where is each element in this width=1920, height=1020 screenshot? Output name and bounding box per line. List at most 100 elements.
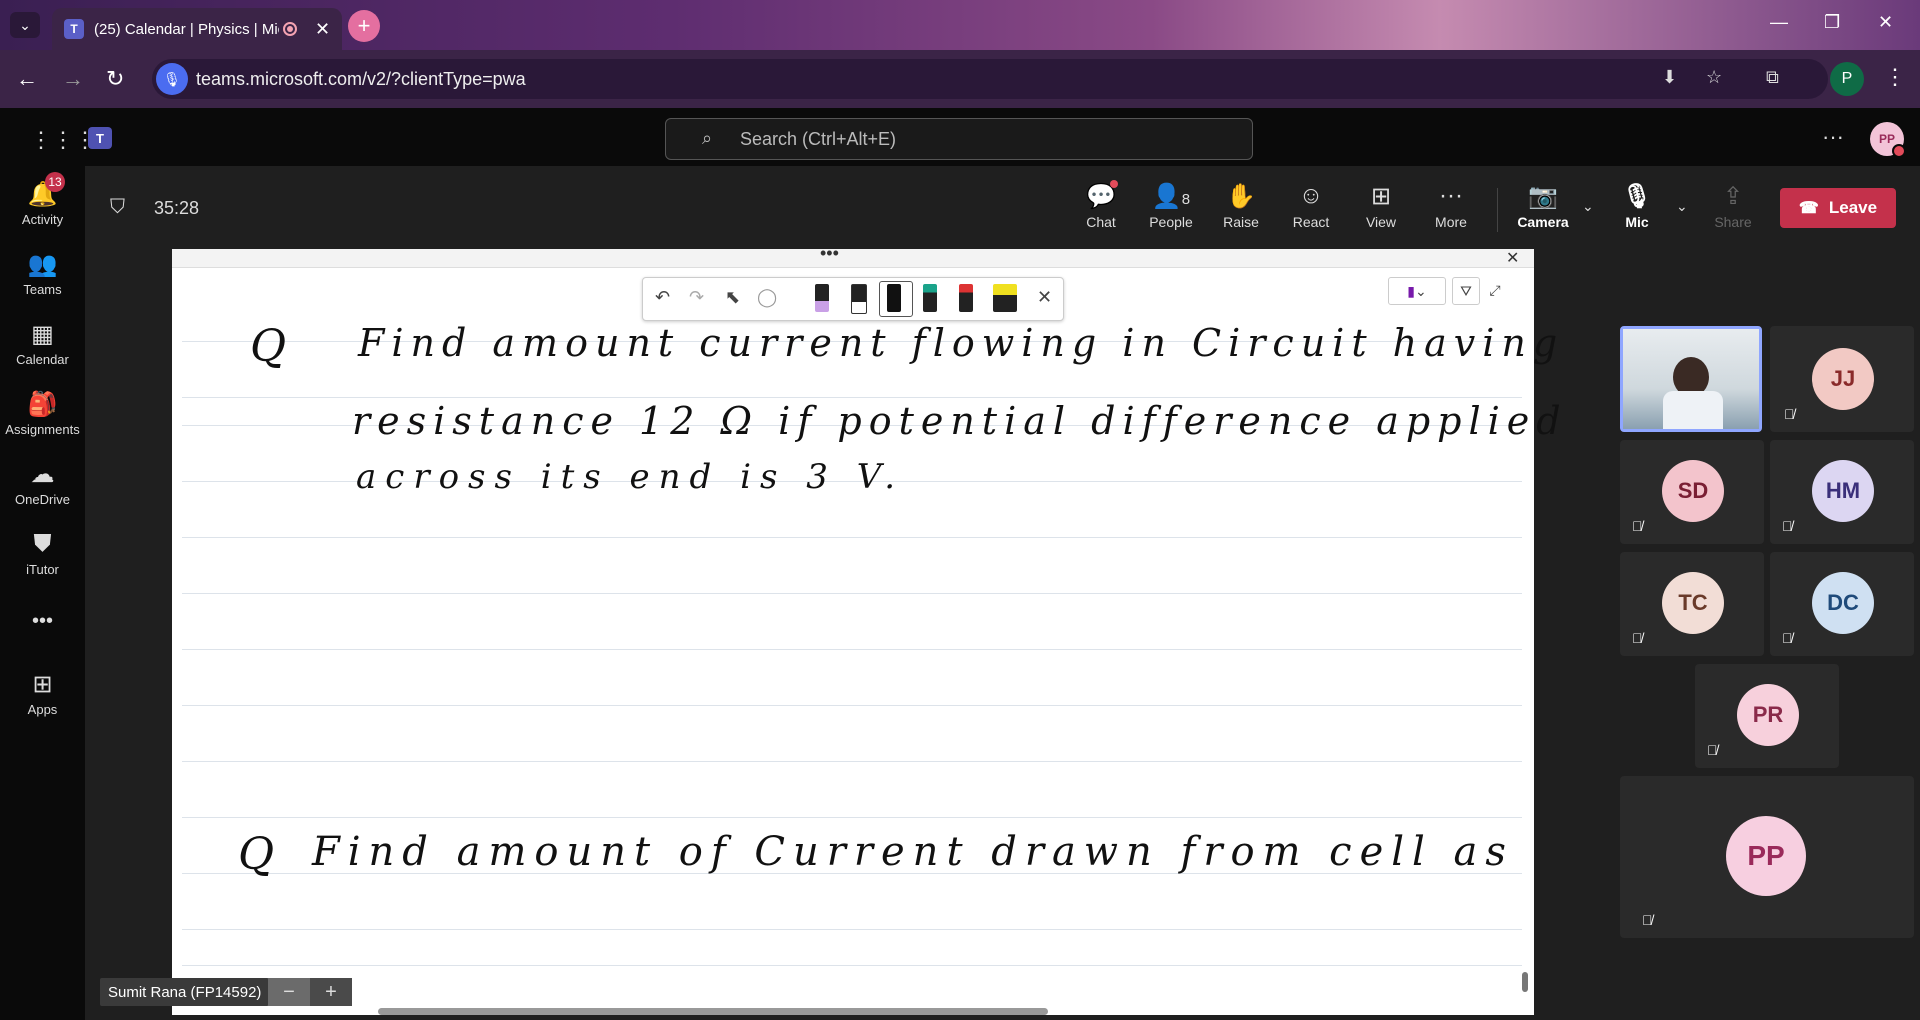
tab-search-button[interactable]: ⌄	[10, 12, 40, 38]
avatar: JJ	[1812, 348, 1874, 410]
chat-button[interactable]: 💬 Chat	[1070, 182, 1132, 230]
participant-tile-jj[interactable]: JJ 🎙̸	[1770, 326, 1914, 432]
search-input[interactable]: ⌕ Search (Ctrl+Alt+E)	[665, 118, 1253, 160]
view-button[interactable]: ⊞ View	[1350, 182, 1412, 230]
question-marker: Q	[250, 321, 293, 372]
undo-icon[interactable]: ↶	[655, 287, 670, 308]
ink-toolbar: ↶ ↷ ⬉ ◯ ✕	[642, 277, 1064, 321]
camera-button[interactable]: 📷 Camera	[1512, 182, 1574, 230]
green-pen-icon[interactable]	[923, 284, 937, 312]
more-options-icon[interactable]: ···	[1822, 124, 1844, 150]
scrollbar-thumb[interactable]	[378, 1008, 1048, 1015]
participant-tile-pr[interactable]: PR 🎙̸	[1695, 664, 1839, 768]
extensions-icon[interactable]: ⧉	[1766, 67, 1779, 88]
rail-label: Assignments	[5, 422, 80, 437]
maximize-icon[interactable]: ❐	[1824, 12, 1840, 33]
mic-off-icon: 🎙̸	[1632, 630, 1643, 646]
more-button[interactable]: ··· More	[1420, 182, 1482, 230]
omnibox[interactable]: 🎙 teams.microsoft.com/v2/?clientType=pwa…	[152, 59, 1828, 99]
bookmark-star-icon[interactable]: ☆	[1706, 67, 1722, 88]
cloud-icon: ☁	[30, 461, 55, 488]
zoom-controls: − +	[268, 978, 352, 1006]
apps-icon: ⊞	[32, 671, 53, 698]
install-app-icon[interactable]: ⬇	[1662, 67, 1677, 88]
camera-off-icon: 📷	[1528, 183, 1558, 210]
mic-icon[interactable]: 🎙	[156, 63, 188, 95]
browser-menu-icon[interactable]: ⋮	[1884, 64, 1906, 90]
mic-button[interactable]: 🎙 Mic	[1606, 182, 1668, 230]
black-pen-icon[interactable]	[887, 284, 901, 312]
tab-title: (25) Calendar | Physics | Mic	[94, 20, 279, 38]
notebook-picker[interactable]: ▮ ⌄	[1388, 277, 1446, 305]
rail-item-onedrive[interactable]: ☁ OneDrive	[0, 460, 85, 507]
minimize-icon[interactable]: —	[1770, 12, 1788, 33]
ruled-line	[182, 537, 1522, 538]
lasso-icon[interactable]: ◯	[757, 287, 777, 308]
avatar: SD	[1662, 460, 1724, 522]
white-pen-icon[interactable]	[851, 284, 867, 314]
rail-item-apps[interactable]: ⊞ Apps	[0, 670, 85, 717]
back-icon[interactable]: ←	[16, 66, 38, 92]
leave-button[interactable]: ☎ Leave	[1780, 188, 1896, 228]
view-label: View	[1365, 214, 1397, 230]
expand-icon[interactable]: ⤢	[1482, 277, 1508, 303]
shared-whiteboard[interactable]: ••• ✕ ↶ ↷ ⬉ ◯ ✕ ▮ ⌄ ⛛ ⤢ Q Find amount cur…	[172, 243, 1561, 1015]
rail-item-itutor[interactable]: ⛊ iTutor	[0, 530, 85, 577]
zoom-in-button[interactable]: +	[310, 978, 352, 1006]
close-window-icon[interactable]: ✕	[1878, 12, 1893, 33]
mic-off-icon: 🎙̸	[1782, 630, 1793, 646]
raise-hand-button[interactable]: ✋ Raise	[1210, 182, 1272, 230]
chevron-down-icon: ⌄	[1414, 282, 1427, 299]
ruled-line	[182, 593, 1522, 594]
highlighter-icon[interactable]	[993, 284, 1017, 312]
select-icon[interactable]: ⬉	[725, 287, 740, 308]
mic-chevron-icon[interactable]: ⌄	[1676, 198, 1688, 215]
ruled-line	[182, 929, 1522, 930]
leave-label: Leave	[1828, 198, 1878, 217]
rail-item-calendar[interactable]: ▦ Calendar	[0, 320, 85, 367]
rail-item-activity[interactable]: 🔔 13 Activity	[0, 172, 85, 227]
rail-more-button[interactable]: •••	[0, 610, 85, 633]
people-count: 8	[1181, 191, 1191, 208]
react-button[interactable]: ☺ React	[1280, 182, 1342, 230]
filter-icon[interactable]: ⛛	[1452, 277, 1480, 305]
participant-tile-dc[interactable]: DC 🎙̸	[1770, 552, 1914, 656]
activity-badge: 13	[45, 172, 65, 192]
smiley-icon: ☺	[1298, 182, 1324, 209]
participant-tile-sd[interactable]: SD 🎙̸	[1620, 440, 1764, 544]
raise-label: Raise	[1223, 214, 1259, 230]
rail-item-assignments[interactable]: 🎒 Assignments	[0, 390, 85, 437]
participant-tile-hm[interactable]: HM 🎙̸	[1770, 440, 1914, 544]
rail-item-teams[interactable]: 👥 Teams	[0, 250, 85, 297]
rail-label: iTutor	[26, 562, 59, 577]
rail-label: Apps	[27, 702, 58, 717]
user-avatar[interactable]: PP	[1870, 122, 1906, 158]
participant-tile-self[interactable]: PP 🎙̸	[1620, 776, 1914, 938]
vertical-scrollbar-thumb[interactable]	[1522, 972, 1528, 992]
zoom-out-button[interactable]: −	[268, 978, 310, 1006]
close-toolbar-icon[interactable]: ✕	[1037, 287, 1052, 308]
browser-profile-avatar[interactable]: P	[1830, 62, 1864, 96]
redo-icon[interactable]: ↷	[689, 287, 704, 308]
whiteboard-close-icon[interactable]: ✕	[1506, 248, 1519, 268]
purple-pen-icon[interactable]	[815, 284, 829, 312]
new-tab-button[interactable]: +	[348, 10, 380, 42]
participant-video-tile[interactable]	[1620, 326, 1762, 432]
teams-favicon-icon: T	[64, 19, 84, 39]
horizontal-scrollbar[interactable]	[204, 1006, 1524, 1016]
ruled-line	[182, 705, 1522, 706]
teams-icon: 👥	[27, 251, 58, 278]
red-pen-icon[interactable]	[959, 284, 973, 312]
handwritten-line-2: resistance 12 Ω if potential difference …	[352, 399, 1568, 443]
tab-close-button[interactable]: ✕	[315, 19, 330, 40]
participant-tile-tc[interactable]: TC 🎙̸	[1620, 552, 1764, 656]
app-launcher-icon[interactable]: ⋮⋮⋮	[30, 127, 96, 153]
browser-tab[interactable]: T (25) Calendar | Physics | Mic ✕	[52, 8, 342, 50]
reload-icon[interactable]: ↻	[106, 66, 124, 92]
people-button[interactable]: 👤8 People	[1140, 182, 1202, 230]
camera-chevron-icon[interactable]: ⌄	[1582, 198, 1594, 215]
whiteboard-drag-handle[interactable]: •••	[820, 243, 839, 264]
forward-icon[interactable]: →	[62, 66, 84, 92]
share-button[interactable]: ⇪ Share	[1702, 182, 1764, 230]
avatar: PP	[1726, 816, 1806, 896]
